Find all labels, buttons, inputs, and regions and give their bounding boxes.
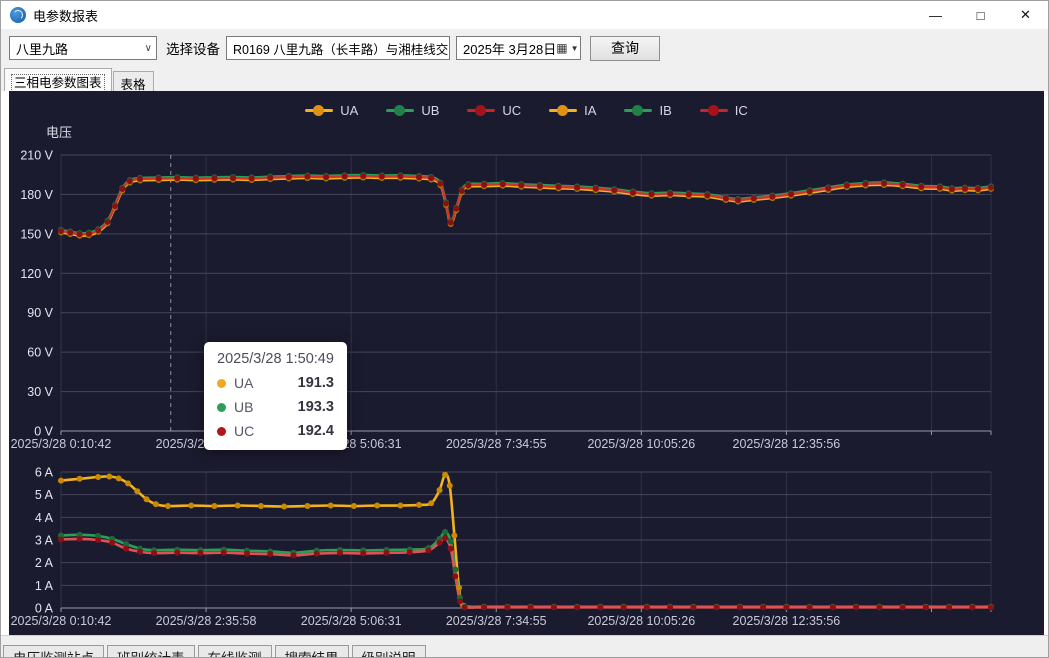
background-tab[interactable]: 电压监测站点: [3, 645, 104, 658]
svg-text:30 V: 30 V: [27, 385, 53, 399]
svg-text:4 A: 4 A: [35, 511, 54, 525]
current-chart[interactable]: 6 A5 A4 A3 A2 A1 A0 A2025/3/28 0:10:4220…: [9, 459, 1044, 631]
title-bar: 电参数报表 — □ ✕: [1, 1, 1048, 29]
svg-text:2025/3/28 2:35:58: 2025/3/28 2:35:58: [156, 614, 257, 628]
svg-text:90 V: 90 V: [27, 306, 53, 320]
legend-line-icon: [624, 109, 652, 112]
tab-strip: 三相电参数图表 表格: [1, 67, 1048, 91]
svg-text:2025/3/28 10:05:26: 2025/3/28 10:05:26: [587, 437, 695, 451]
legend-dot-icon: [557, 105, 568, 116]
date-picker-value: 2025年 3月28日: [463, 39, 556, 58]
legend-item-ub[interactable]: UB: [386, 103, 439, 118]
background-tab[interactable]: 级别说明: [352, 645, 426, 658]
legend-label: UA: [340, 103, 358, 118]
tooltip-row-ua: UA 191.3: [217, 375, 334, 391]
window-title: 电参数报表: [33, 6, 98, 25]
chart-tooltip: 2025/3/28 1:50:49 UA 191.3 UB 193.3 UC 1…: [204, 342, 347, 450]
tooltip-series-label: UB: [234, 399, 253, 415]
tooltip-series-label: UC: [234, 423, 254, 439]
tab-label: 三相电参数图表: [12, 75, 104, 91]
svg-text:2025/3/28 7:34:55: 2025/3/28 7:34:55: [446, 614, 547, 628]
series-dot-icon: [217, 379, 226, 388]
device-select[interactable]: R0169 八里九路（长丰路）与湘桂线交 ∨: [226, 36, 450, 60]
tooltip-series-value: 193.3: [278, 399, 334, 415]
line-select-value: 八里九路: [16, 39, 68, 58]
tooltip-series-value: 192.4: [278, 423, 334, 439]
legend-label: UB: [421, 103, 439, 118]
svg-text:6 A: 6 A: [35, 466, 54, 480]
tab-phase-chart[interactable]: 三相电参数图表: [4, 68, 112, 91]
legend-label: UC: [502, 103, 521, 118]
legend-line-icon: [467, 109, 495, 112]
background-tab[interactable]: 搜索结果: [275, 645, 349, 658]
legend-item-ia[interactable]: IA: [549, 103, 596, 118]
window-controls: — □ ✕: [913, 1, 1048, 29]
tooltip-row-uc: UC 192.4: [217, 423, 334, 439]
svg-text:2025/3/28 0:10:42: 2025/3/28 0:10:42: [11, 437, 112, 451]
legend-line-icon: [305, 109, 333, 112]
svg-text:120 V: 120 V: [20, 267, 53, 281]
svg-text:2025/3/28 12:35:56: 2025/3/28 12:35:56: [733, 437, 841, 451]
svg-text:60 V: 60 V: [27, 346, 53, 360]
legend-label: IC: [735, 103, 748, 118]
svg-text:180 V: 180 V: [20, 188, 53, 202]
calendar-icon[interactable]: ▦: [556, 41, 567, 55]
svg-text:2025/3/28 12:35:56: 2025/3/28 12:35:56: [733, 614, 841, 628]
tooltip-timestamp: 2025/3/28 1:50:49: [217, 351, 334, 367]
legend-item-uc[interactable]: UC: [467, 103, 521, 118]
tab-label: 表格: [121, 78, 146, 92]
svg-text:2025/3/28 7:34:55: 2025/3/28 7:34:55: [446, 437, 547, 451]
svg-text:2025/3/28 5:06:31: 2025/3/28 5:06:31: [301, 614, 402, 628]
background-window-tabs: 电压监测站点班别统计表在线监测搜索结果级别说明: [1, 635, 1048, 658]
svg-text:3 A: 3 A: [35, 534, 54, 548]
svg-text:2025/3/28 10:05:26: 2025/3/28 10:05:26: [587, 614, 695, 628]
dropdown-arrow-icon[interactable]: ▼: [571, 44, 579, 53]
svg-text:210 V: 210 V: [20, 149, 53, 163]
series-dot-icon: [217, 427, 226, 436]
tooltip-row-ub: UB 193.3: [217, 399, 334, 415]
maximize-button[interactable]: □: [958, 1, 1003, 29]
legend-line-icon: [386, 109, 414, 112]
background-tab[interactable]: 在线监测: [198, 645, 272, 658]
chevron-down-icon: ∨: [448, 43, 450, 54]
legend-dot-icon: [632, 105, 643, 116]
device-select-value: R0169 八里九路（长丰路）与湘桂线交: [233, 39, 448, 58]
line-select[interactable]: 八里九路 ∨: [9, 36, 157, 60]
legend-dot-icon: [475, 105, 486, 116]
toolbar: 八里九路 ∨ 选择设备 R0169 八里九路（长丰路）与湘桂线交 ∨ 2025年…: [1, 29, 1048, 67]
legend-item-ua[interactable]: UA: [305, 103, 358, 118]
app-icon: [10, 7, 26, 23]
tab-table[interactable]: 表格: [113, 71, 154, 91]
svg-text:150 V: 150 V: [20, 227, 53, 241]
background-tab[interactable]: 班别统计表: [107, 645, 195, 658]
legend-item-ib[interactable]: IB: [624, 103, 671, 118]
svg-text:1 A: 1 A: [35, 579, 54, 593]
legend-dot-icon: [708, 105, 719, 116]
legend-line-icon: [700, 109, 728, 112]
svg-text:2 A: 2 A: [35, 556, 54, 570]
legend-label: IB: [659, 103, 671, 118]
voltage-chart[interactable]: 210 V180 V150 V120 V90 V60 V30 V0 V2025/…: [9, 139, 1044, 459]
legend-label: IA: [584, 103, 596, 118]
chart-panel: UAUBUCIAIBIC 电压 210 V180 V150 V120 V90 V…: [9, 91, 1044, 635]
app-window: 电参数报表 — □ ✕ 八里九路 ∨ 选择设备 R0169 八里九路（长丰路）与…: [0, 0, 1049, 658]
legend-line-icon: [549, 109, 577, 112]
query-button[interactable]: 查询: [590, 36, 660, 61]
legend-item-ic[interactable]: IC: [700, 103, 748, 118]
chevron-down-icon: ∨: [141, 43, 152, 54]
close-button[interactable]: ✕: [1003, 1, 1048, 29]
legend-dot-icon: [394, 105, 405, 116]
svg-text:5 A: 5 A: [35, 488, 54, 502]
tooltip-series-value: 191.3: [278, 375, 334, 391]
date-picker[interactable]: 2025年 3月28日 ▦ ▼: [456, 36, 581, 60]
minimize-button[interactable]: —: [913, 1, 958, 29]
series-dot-icon: [217, 403, 226, 412]
device-label: 选择设备: [166, 38, 220, 58]
tooltip-series-label: UA: [234, 375, 253, 391]
legend-dot-icon: [313, 105, 324, 116]
svg-text:2025/3/28 0:10:42: 2025/3/28 0:10:42: [11, 614, 112, 628]
chart-legend: UA UB UC IA IB IC: [9, 103, 1044, 118]
